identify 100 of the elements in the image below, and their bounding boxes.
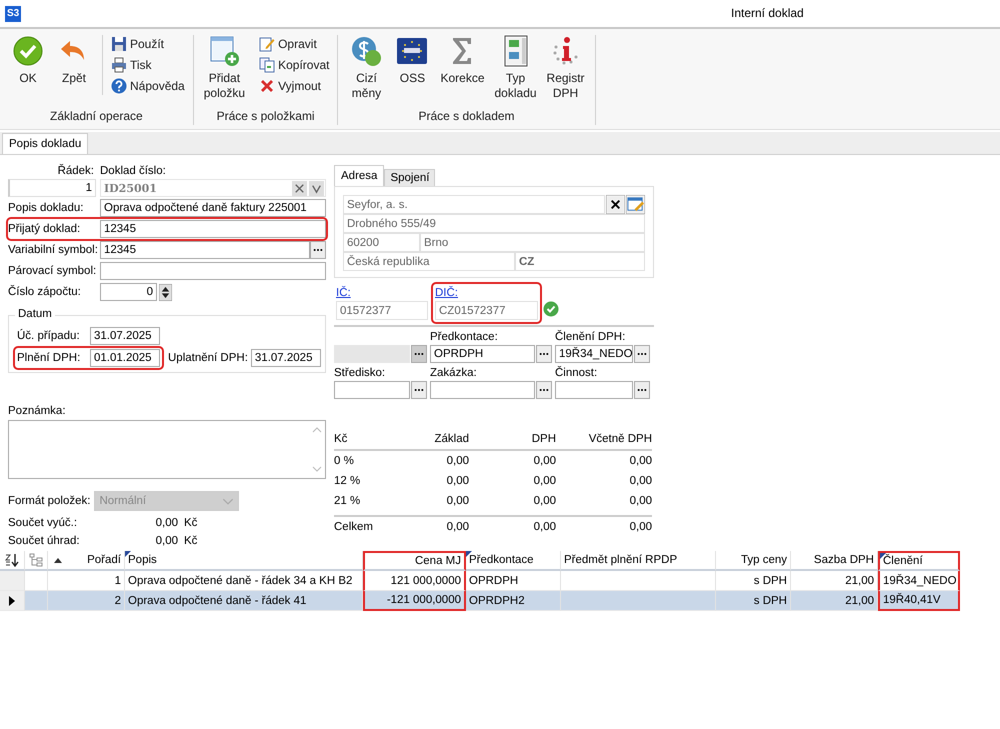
lookup-field[interactable] (334, 381, 410, 399)
row-gutter (25, 591, 48, 611)
text-field[interactable]: Oprava odpočtené daně faktury 225001 (100, 199, 326, 218)
more-button[interactable] (310, 241, 326, 260)
id-field[interactable]: 01572377 (336, 301, 428, 320)
company-name-field[interactable]: Seyfor, a. s. (343, 195, 605, 214)
field-label: Činnost: (555, 367, 598, 381)
sort-icon[interactable] (4, 553, 20, 567)
table-cell-text: 0,00 (628, 521, 652, 533)
column-header[interactable]: Popis (125, 551, 363, 571)
ellipsis-icon (539, 388, 549, 392)
field-label: Členění DPH: (555, 331, 626, 345)
lookup-field[interactable]: 19Ř34_NEDO (555, 345, 633, 363)
city-field[interactable]: Brno (420, 233, 645, 252)
more-button[interactable] (536, 381, 552, 399)
link[interactable]: IČ: (336, 287, 428, 299)
date-field[interactable]: 31.07.2025 (90, 326, 160, 345)
field-label: Párovací symbol: (8, 265, 98, 278)
lookup-field[interactable] (430, 381, 535, 399)
zip-field[interactable]: 60200 (343, 233, 420, 252)
text-field[interactable]: 12345 (100, 241, 310, 260)
tree-icon[interactable] (29, 553, 43, 567)
ribbon-button[interactable]: Registr DPH (542, 35, 589, 101)
column-header[interactable]: Předkontace (466, 551, 561, 571)
table-cell: 21,00 (791, 591, 878, 611)
street-field[interactable]: Drobného 555/49 (343, 214, 645, 233)
ribbon-button[interactable]: Cizí měny (344, 35, 388, 101)
field-label: Plnění DPH: (17, 352, 82, 364)
table-cell-text: 0,00 (628, 495, 652, 507)
cross-icon (259, 78, 276, 94)
ribbon-button[interactable]: Přidat položku (200, 35, 250, 101)
column-header[interactable]: Typ ceny (716, 551, 791, 571)
check-circle-icon (12, 35, 44, 67)
text-field[interactable] (100, 262, 326, 280)
chevron-down-icon (222, 498, 234, 504)
window-title: Interní doklad (731, 6, 804, 20)
note-field[interactable] (8, 420, 326, 479)
chevron-down-icon (312, 466, 322, 472)
spinner-icon[interactable] (159, 284, 172, 301)
column-header[interactable]: Cena MJ (363, 551, 466, 571)
more-button[interactable] (411, 381, 427, 399)
table-cell: -121 000,0000 (363, 591, 466, 611)
text-field[interactable]: 12345 (100, 220, 326, 238)
field-label: Řádek: (56, 165, 95, 177)
group-title: Datum (15, 308, 55, 320)
tab[interactable]: Adresa (334, 165, 384, 186)
edit-card-icon[interactable] (626, 195, 645, 214)
ribbon-button[interactable]: Korekce (436, 35, 488, 86)
ribbon-button[interactable]: OK (6, 35, 50, 86)
chevron-up-icon (312, 426, 322, 433)
lookup-field[interactable] (555, 381, 633, 399)
id-field[interactable]: CZ01572377 (435, 301, 538, 320)
column-header[interactable]: Členění (878, 551, 960, 571)
field-label: Variabilní symbol: (8, 244, 99, 256)
ribbon-button[interactable]: Typ dokladu (490, 35, 541, 101)
currency-label: Kč (184, 535, 198, 547)
chevron-down-icon[interactable] (309, 180, 324, 196)
clear-icon[interactable] (606, 195, 625, 214)
document-number-field[interactable]: ID25001 (100, 179, 326, 197)
column-header[interactable]: Pořadí (48, 551, 125, 571)
ribbon-button[interactable]: Nápověda (109, 77, 187, 95)
ellipsis-icon (637, 388, 647, 392)
ellipsis-icon (637, 352, 647, 356)
tab[interactable]: Popis dokladu (2, 133, 88, 154)
row-indicator[interactable] (0, 591, 25, 611)
column-header[interactable]: Předmět plnění RPDP (561, 551, 716, 571)
ribbon-button[interactable]: Kopírovat (257, 56, 332, 74)
field-label: Úč. případu: (17, 330, 81, 342)
table-cell-text: 0,00 (446, 521, 469, 533)
country-field[interactable]: Česká republika (343, 252, 515, 271)
column-header[interactable]: Sazba DPH (791, 551, 878, 571)
table-cell-text: 21 % (334, 495, 362, 507)
ribbon-button[interactable]: Zpět (52, 35, 96, 86)
ribbon-button[interactable]: Použít (109, 35, 187, 53)
tab[interactable]: Spojení (384, 169, 436, 186)
more-button[interactable] (411, 345, 427, 363)
copy-icon (259, 57, 276, 73)
country-code-field[interactable]: CZ (515, 252, 645, 271)
date-field[interactable]: 01.01.2025 (90, 348, 160, 367)
row-number-field: 1 (8, 179, 96, 197)
link[interactable]: DIČ: (435, 287, 538, 299)
ribbon-group-label: Práce s položkami (216, 109, 316, 125)
lookup-field[interactable]: OPRDPH (430, 345, 535, 363)
number-field[interactable]: 0 (100, 283, 157, 302)
date-field[interactable]: 31.07.2025 (250, 348, 321, 367)
stars-flag-icon (396, 35, 428, 67)
ribbon-button[interactable]: Tisk (109, 56, 187, 74)
more-button[interactable] (634, 345, 650, 363)
ribbon-button[interactable]: Vyjmout (257, 77, 332, 95)
field-label: Poznámka: (8, 404, 67, 417)
more-button[interactable] (634, 381, 650, 399)
printer-icon (111, 57, 127, 73)
column-header: Včetně DPH (588, 433, 652, 445)
ribbon-button[interactable]: OSS (390, 35, 434, 86)
table-cell-text: 0,00 (532, 455, 556, 467)
more-button[interactable] (536, 345, 552, 363)
field-label: Zakázka: (430, 367, 478, 381)
ribbon-group-label: Základní operace (48, 109, 144, 125)
ribbon-button[interactable]: Opravit (257, 35, 332, 53)
table-cell: s DPH (716, 591, 791, 611)
